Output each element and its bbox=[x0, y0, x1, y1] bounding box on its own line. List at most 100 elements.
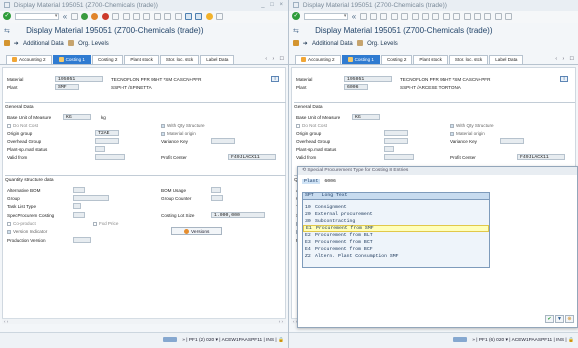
spec-proc-field[interactable] bbox=[73, 212, 85, 218]
list-item[interactable]: E4 Procurement from BCF bbox=[303, 246, 489, 253]
with-qty-structure-checkbox[interactable]: With Qty Structure bbox=[161, 123, 205, 128]
layout-icon[interactable] bbox=[216, 12, 224, 20]
co-product-checkbox[interactable]: Co-product bbox=[7, 221, 36, 226]
overhead-group-field[interactable] bbox=[95, 138, 119, 144]
costing-lot-size-field[interactable]: 1.000,000 bbox=[211, 212, 265, 218]
org-levels-button[interactable]: Org. Levels bbox=[367, 41, 398, 47]
group-counter-field[interactable] bbox=[211, 195, 223, 201]
find-icon[interactable] bbox=[122, 12, 130, 20]
prev-page-icon[interactable] bbox=[442, 12, 450, 20]
scroll-right-icon[interactable]: ‹ › bbox=[279, 319, 283, 324]
additional-data-button[interactable]: Additional Data bbox=[312, 41, 353, 47]
plant-sp-status-field[interactable] bbox=[95, 146, 105, 152]
next-page-icon[interactable] bbox=[164, 12, 172, 20]
last-page-icon[interactable] bbox=[463, 12, 471, 20]
material-origin-checkbox[interactable]: Material origin bbox=[450, 131, 485, 136]
info-icon[interactable]: i bbox=[271, 76, 279, 82]
cancel-icon[interactable] bbox=[390, 12, 398, 20]
tab-accounting-2[interactable]: Accounting 2 bbox=[6, 55, 52, 64]
tab-costing-1[interactable]: Costing 1 bbox=[341, 55, 380, 64]
find-icon[interactable] bbox=[411, 12, 419, 20]
command-field[interactable] bbox=[15, 12, 60, 20]
status-expand-icon[interactable]: » bbox=[472, 338, 475, 343]
tab-costing-2[interactable]: Costing 2 bbox=[380, 55, 413, 64]
material-field[interactable]: 195051 bbox=[55, 76, 103, 82]
fast-back-icon[interactable]: « bbox=[63, 12, 67, 20]
display-change-icon[interactable] bbox=[293, 40, 299, 46]
prev-page-icon[interactable] bbox=[153, 12, 161, 20]
filter-icon[interactable]: ▼ bbox=[555, 315, 564, 323]
fxd-price-checkbox[interactable]: Fxd Price bbox=[93, 221, 118, 226]
window-controls[interactable]: _ □ × bbox=[261, 2, 285, 8]
version-indicator-checkbox[interactable]: Version Indicator bbox=[7, 229, 47, 234]
tab-label-data[interactable]: Label Data bbox=[489, 55, 524, 64]
display-change-icon[interactable] bbox=[4, 40, 10, 46]
variance-key-field[interactable] bbox=[211, 138, 235, 144]
nav-back-icon[interactable]: ⇆ bbox=[4, 27, 10, 35]
save-icon[interactable] bbox=[359, 12, 367, 20]
material-field[interactable]: 195051 bbox=[344, 76, 392, 82]
back-icon[interactable] bbox=[370, 12, 378, 20]
tab-plant-stock[interactable]: Plant stock bbox=[413, 55, 448, 64]
print-icon[interactable] bbox=[112, 12, 120, 20]
material-origin-checkbox[interactable]: Material origin bbox=[161, 131, 196, 136]
list-item[interactable]: E3 Procurement from BCT bbox=[303, 239, 489, 246]
first-page-icon[interactable] bbox=[432, 12, 440, 20]
enter-icon[interactable]: ✓ bbox=[3, 12, 11, 20]
with-qty-structure-checkbox[interactable]: With Qty Structure bbox=[450, 123, 494, 128]
base-uom-field[interactable]: KG bbox=[63, 114, 91, 120]
additional-data-button[interactable]: Additional Data bbox=[23, 41, 64, 47]
nav-back-icon[interactable]: ⇆ bbox=[293, 27, 299, 35]
horizontal-scrollbar[interactable]: ‹ › ‹ › bbox=[2, 318, 286, 324]
exit-icon[interactable] bbox=[91, 12, 99, 20]
shortcut-icon[interactable] bbox=[195, 12, 203, 20]
base-uom-field[interactable]: KG bbox=[352, 114, 380, 120]
tab-stor-loc-stock[interactable]: Stor. loc. stck bbox=[448, 55, 489, 64]
help-icon[interactable] bbox=[494, 12, 502, 20]
print-icon[interactable] bbox=[401, 12, 409, 20]
plant-field[interactable]: SMF bbox=[55, 84, 79, 90]
next-page-icon[interactable] bbox=[453, 12, 461, 20]
fast-back-icon[interactable]: « bbox=[352, 12, 356, 20]
do-not-cost-checkbox[interactable]: Do Not Cost bbox=[296, 123, 327, 128]
exit-icon[interactable] bbox=[380, 12, 388, 20]
last-page-icon[interactable] bbox=[174, 12, 182, 20]
list-item-selected[interactable]: E1 Procurement from SMF bbox=[303, 225, 489, 232]
plant-field[interactable]: 6006 bbox=[344, 84, 368, 90]
layout-icon[interactable] bbox=[505, 12, 513, 20]
find-next-icon[interactable] bbox=[421, 12, 429, 20]
list-item[interactable]: 30 Subcontracting bbox=[303, 218, 489, 225]
profit-center-field[interactable]: F49JLACX11 bbox=[228, 154, 276, 160]
new-session-icon[interactable] bbox=[184, 12, 192, 20]
back-icon[interactable] bbox=[81, 12, 89, 20]
list-item[interactable]: 20 External procurement bbox=[303, 211, 489, 218]
overhead-group-field[interactable] bbox=[384, 138, 408, 144]
tab-stor-loc-stock[interactable]: Stor. loc. stck bbox=[159, 55, 200, 64]
origin-group-field[interactable]: T2AE bbox=[95, 130, 119, 136]
tab-accounting-2[interactable]: Accounting 2 bbox=[295, 55, 341, 64]
bom-usage-field[interactable] bbox=[211, 187, 221, 193]
list-item[interactable]: 10 Consignment bbox=[303, 204, 489, 211]
column-spt[interactable]: SPT bbox=[305, 193, 314, 198]
new-session-icon[interactable] bbox=[473, 12, 481, 20]
enter-icon[interactable]: ✓ bbox=[292, 12, 300, 20]
shortcut-icon[interactable] bbox=[484, 12, 492, 20]
tab-label-data[interactable]: Label Data bbox=[200, 55, 235, 64]
tab-scroll-icon[interactable]: ‹ › ☐ bbox=[265, 56, 286, 62]
tab-costing-2[interactable]: Costing 2 bbox=[91, 55, 124, 64]
tab-costing-1[interactable]: Costing 1 bbox=[52, 55, 91, 64]
save-icon[interactable] bbox=[70, 12, 78, 20]
tab-plant-stock[interactable]: Plant stock bbox=[124, 55, 159, 64]
task-list-type-field[interactable] bbox=[73, 203, 81, 209]
valid-from-field[interactable] bbox=[95, 154, 125, 160]
group-field[interactable] bbox=[73, 195, 109, 201]
first-page-icon[interactable] bbox=[143, 12, 151, 20]
cancel-icon[interactable] bbox=[101, 12, 109, 20]
list-item[interactable]: Z2 Altern. Plant Consumption SMF bbox=[303, 253, 489, 260]
versions-button[interactable]: Versions bbox=[171, 227, 223, 235]
info-icon[interactable]: i bbox=[560, 76, 568, 82]
column-long-text[interactable]: Long Text bbox=[322, 193, 348, 198]
origin-group-field[interactable] bbox=[384, 130, 408, 136]
help-icon[interactable] bbox=[205, 12, 213, 20]
command-field[interactable] bbox=[304, 12, 349, 20]
